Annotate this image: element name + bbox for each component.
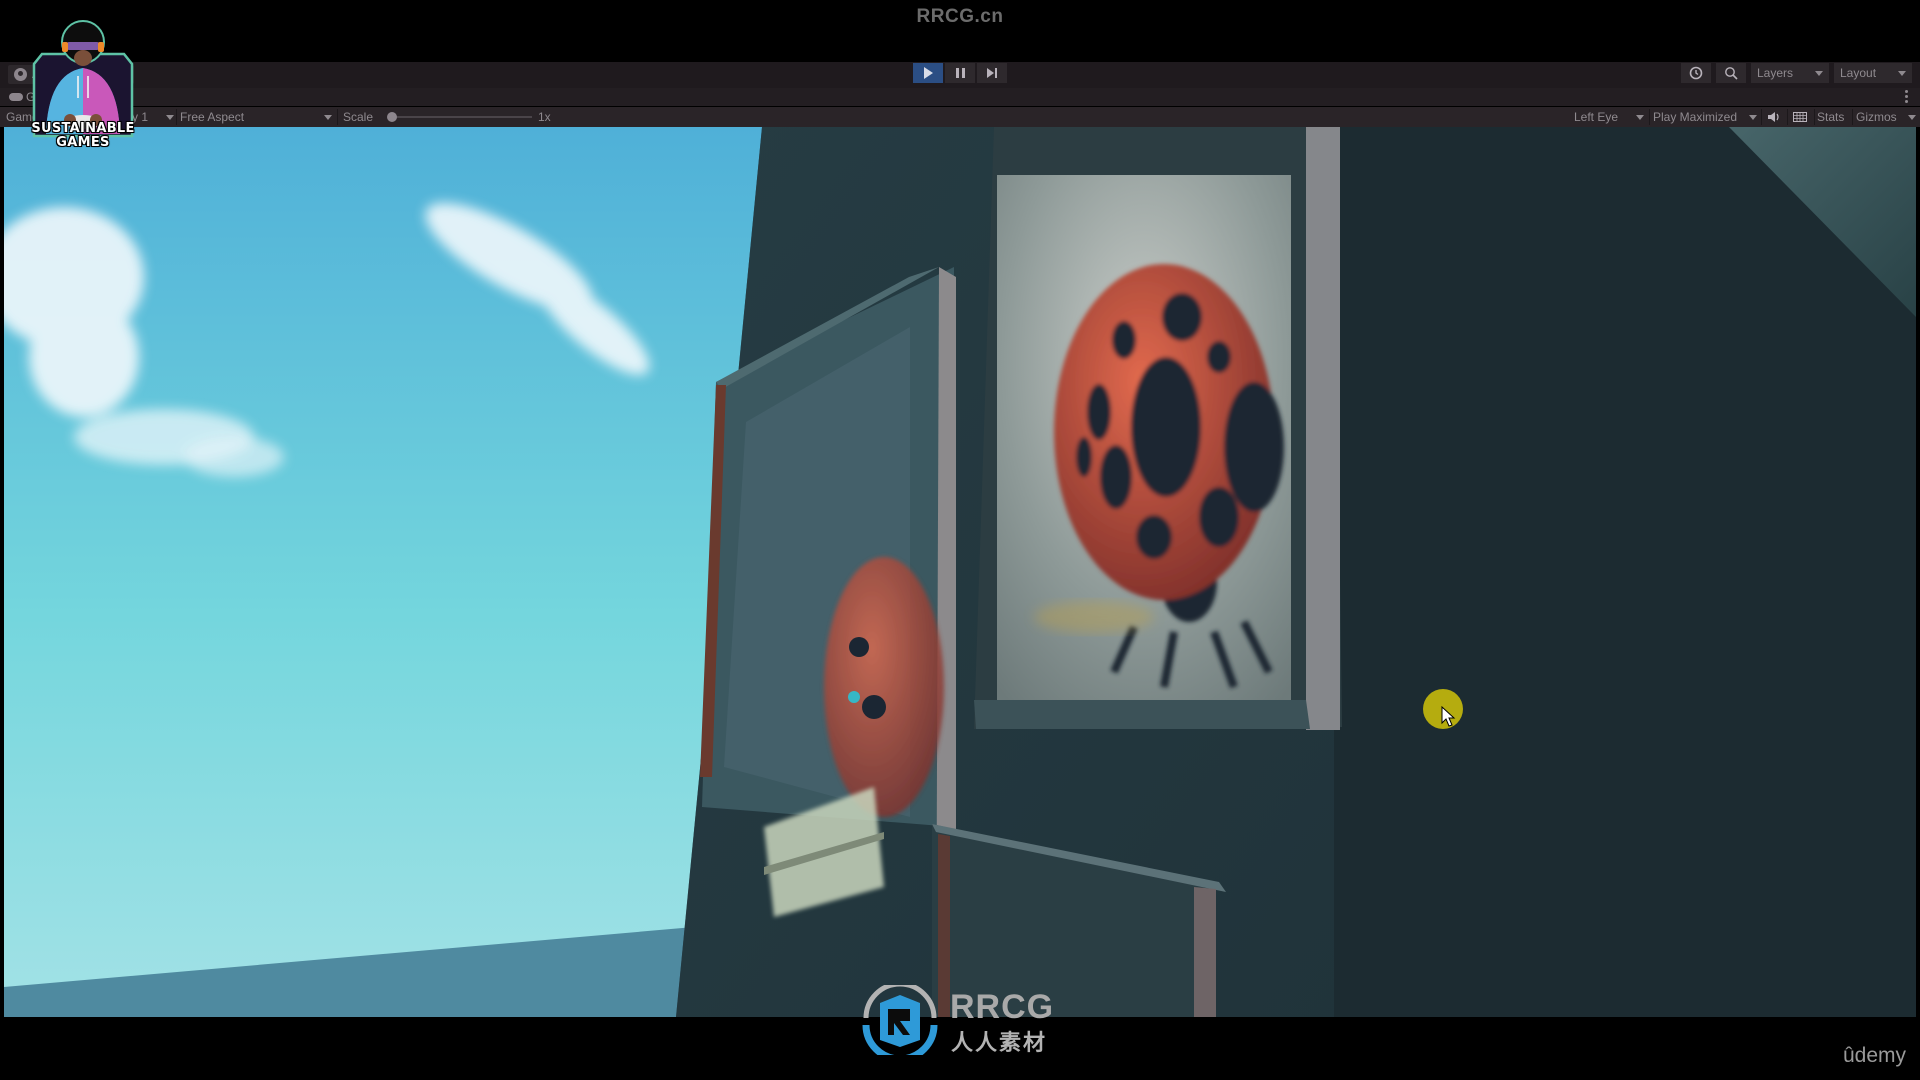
gamepad-icon <box>9 93 23 101</box>
game-scene <box>4 127 1916 1017</box>
pause-icon <box>955 68 965 78</box>
chevron-down-icon <box>1749 115 1757 120</box>
speaker-icon <box>1768 112 1779 122</box>
account-icon <box>14 68 27 81</box>
eye-dropdown[interactable]: Left Eye <box>1574 107 1646 127</box>
scale-label: Scale <box>343 110 374 124</box>
stats-label: Stats <box>1817 110 1845 124</box>
channel-logo-line2: GAMES <box>56 135 110 150</box>
rrcg-logo-subtitle: 人人素材 <box>951 1030 1048 1055</box>
play-controls <box>913 63 1007 83</box>
rrcg-logo-title: RRCG <box>950 988 1055 1026</box>
site-watermark: RRCG.cn <box>916 6 1004 27</box>
play-icon <box>923 67 933 79</box>
channel-logo-line1: SUSTAINABLE <box>31 121 135 136</box>
game-view-toolbar: Game y 1 Free Aspect Scale 1x Left Eye P… <box>0 107 1920 127</box>
chevron-down-icon <box>1898 71 1906 76</box>
layout-label: Layout <box>1840 66 1877 80</box>
layers-label: Layers <box>1757 66 1794 80</box>
history-button[interactable] <box>1681 63 1711 83</box>
play-mode-label: Play Maximized <box>1653 110 1738 124</box>
chevron-down-icon <box>166 115 174 120</box>
main-toolbar: Al Layers Layout <box>0 62 1920 88</box>
search-button[interactable] <box>1716 63 1746 83</box>
picture-frame-main <box>974 127 1342 730</box>
mouse-cursor-icon <box>1441 706 1456 727</box>
chevron-down-icon <box>324 115 332 120</box>
more-options-icon[interactable] <box>1905 90 1908 103</box>
layers-dropdown[interactable]: Layers <box>1751 63 1829 83</box>
search-icon <box>1725 67 1738 80</box>
udemy-logo: ûdemy <box>1842 1044 1906 1067</box>
layout-dropdown[interactable]: Layout <box>1834 63 1912 83</box>
display-dropdown[interactable]: y 1 <box>132 107 174 127</box>
stats-button[interactable]: Stats <box>1817 107 1844 127</box>
step-icon <box>987 68 997 78</box>
step-button[interactable] <box>977 63 1007 83</box>
toolbar-right: Layers Layout <box>1681 63 1912 83</box>
pause-button[interactable] <box>945 63 975 83</box>
chevron-down-icon <box>1908 115 1916 120</box>
gizmos-dropdown[interactable]: Gizmos <box>1856 107 1916 127</box>
mute-audio-button[interactable] <box>1766 107 1784 127</box>
shortcuts-button[interactable] <box>1792 107 1812 127</box>
play-button[interactable] <box>913 63 943 83</box>
aspect-dropdown[interactable]: Free Aspect <box>180 107 334 127</box>
tab-row: Ga <box>0 88 1920 106</box>
keyboard-icon <box>1793 112 1807 122</box>
play-mode-dropdown[interactable]: Play Maximized <box>1653 107 1759 127</box>
scale-slider-track[interactable] <box>392 116 532 118</box>
gizmos-label: Gizmos <box>1856 110 1897 124</box>
eye-label: Left Eye <box>1574 110 1619 124</box>
chevron-down-icon <box>1815 71 1823 76</box>
scale-value: 1x <box>538 110 551 124</box>
scale-slider-handle[interactable] <box>387 112 397 122</box>
history-icon <box>1689 66 1703 80</box>
game-view[interactable] <box>4 127 1916 1017</box>
chevron-down-icon <box>1636 115 1644 120</box>
channel-logo-text: SUSTAINABLE GAMES <box>30 122 136 150</box>
aspect-label: Free Aspect <box>180 110 245 124</box>
